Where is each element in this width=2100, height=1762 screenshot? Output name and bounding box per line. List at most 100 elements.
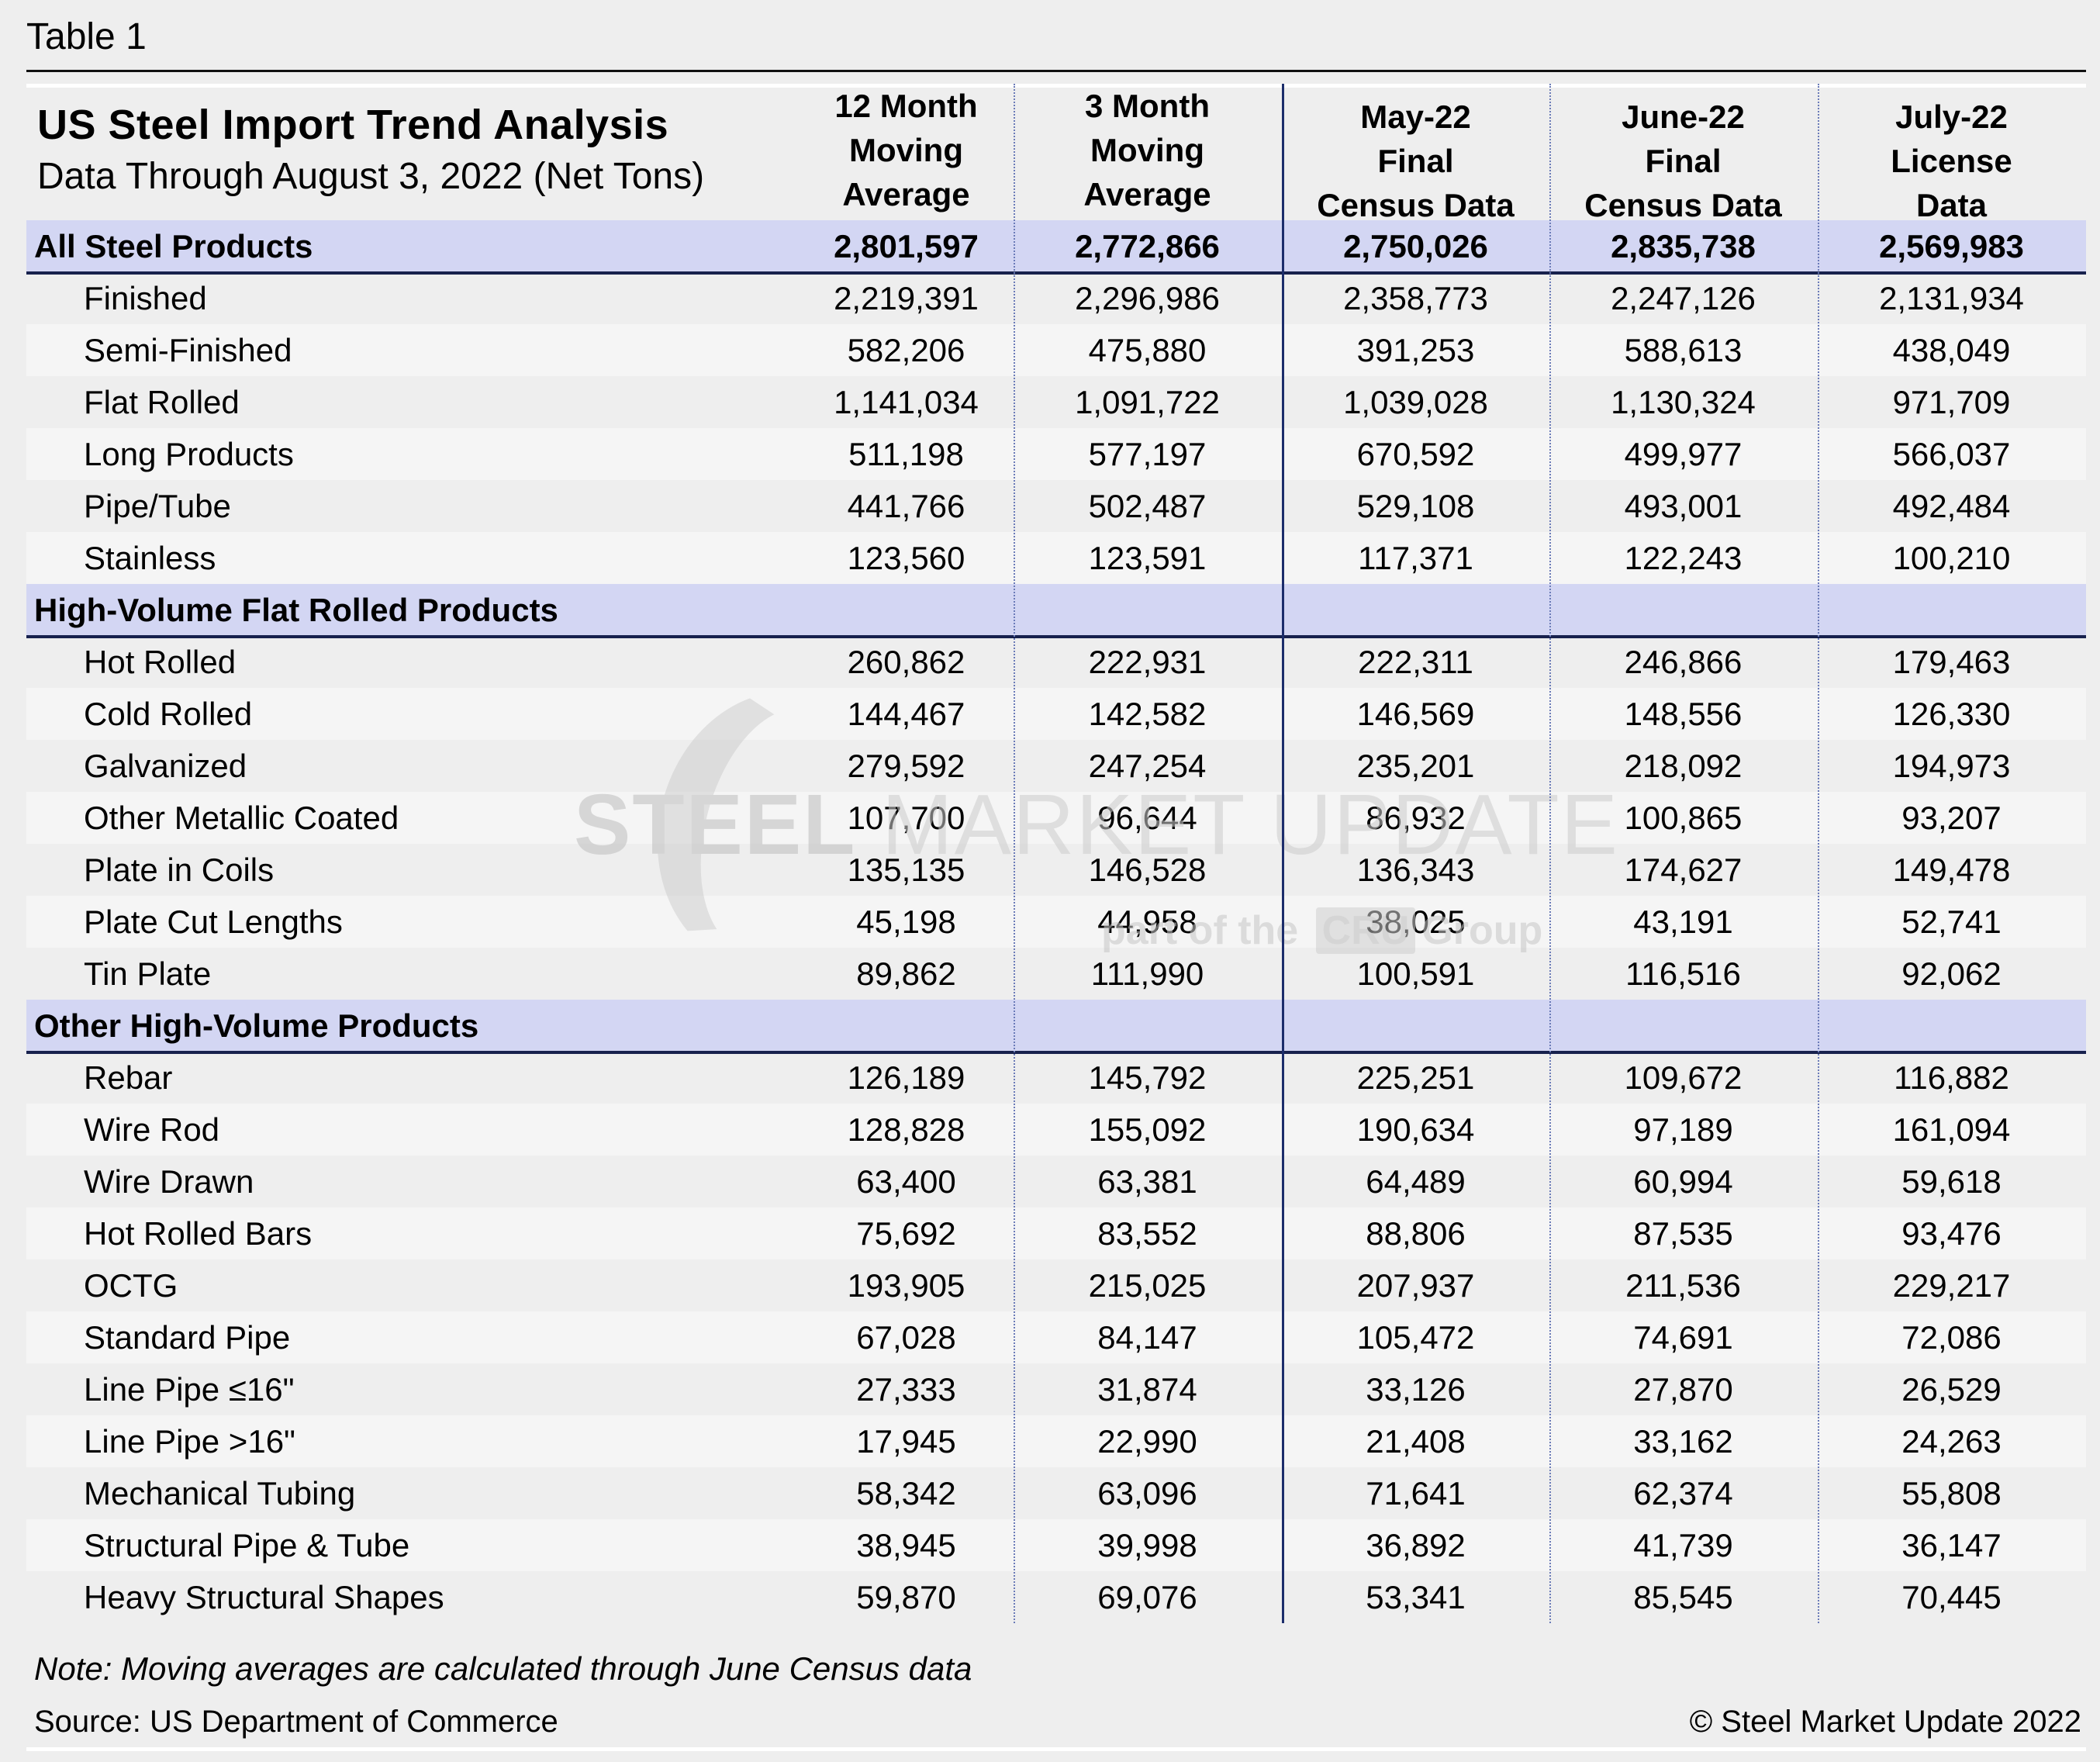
total-row: All Steel Products 2,801,597 2,772,866 2,75… bbox=[26, 220, 2086, 275]
row-label: Structural Pipe & Tube bbox=[84, 1526, 410, 1563]
cell-value: 70,445 bbox=[1901, 1578, 2002, 1615]
cell-value: 17,945 bbox=[856, 1422, 956, 1460]
section-header-flat-rolled: High-Volume Flat Rolled Products bbox=[26, 584, 2086, 638]
column-divider bbox=[1818, 84, 1819, 1623]
cell-value: 105,472 bbox=[1356, 1318, 1475, 1356]
row-label: Semi-Finished bbox=[84, 331, 292, 368]
cell-value: 36,147 bbox=[1901, 1526, 2002, 1563]
table-row: Plate in Coils 135,135 146,528 136,343 174,6… bbox=[26, 844, 2086, 896]
cell-value: 2,296,986 bbox=[1075, 279, 1220, 316]
cell-value: 1,141,034 bbox=[834, 383, 979, 420]
cell-value: 100,591 bbox=[1356, 955, 1475, 992]
title-divider bbox=[26, 70, 2086, 72]
cell-value: 582,206 bbox=[847, 331, 965, 368]
report-title: US Steel Import Trend Analysis bbox=[37, 102, 669, 148]
row-label: Line Pipe ≤16" bbox=[84, 1370, 295, 1408]
row-label: Cold Rolled bbox=[84, 695, 253, 732]
section-rule bbox=[26, 1051, 2086, 1054]
cell-value: 499,977 bbox=[1624, 435, 1743, 472]
cell-value: 2,358,773 bbox=[1343, 279, 1488, 316]
table-row: Semi-Finished 582,206 475,880 391,253 588,61… bbox=[26, 324, 2086, 376]
cell-value: 36,892 bbox=[1366, 1526, 1466, 1563]
column-divider bbox=[1282, 84, 1284, 1623]
cell-value: 116,516 bbox=[1625, 955, 1741, 992]
source-text: Source: US Department of Commerce bbox=[34, 1705, 558, 1739]
row-label: Plate in Coils bbox=[84, 851, 275, 888]
cell-value: 438,049 bbox=[1892, 331, 2011, 368]
cell-value: 92,062 bbox=[1901, 955, 2002, 992]
table-row: Heavy Structural Shapes 59,870 69,076 53,34… bbox=[26, 1571, 2086, 1623]
cell-value: 93,476 bbox=[1901, 1214, 2002, 1252]
cell-value: 222,311 bbox=[1358, 643, 1473, 680]
column-divider bbox=[1549, 84, 1551, 1623]
row-label: Mechanical Tubing bbox=[84, 1474, 356, 1512]
cell-value: 122,243 bbox=[1624, 539, 1743, 576]
column-header: July-22 License Data bbox=[1818, 95, 2085, 227]
column-header-line: Average bbox=[842, 176, 970, 212]
cell-value: 96,644 bbox=[1097, 799, 1197, 836]
cell-value: 218,092 bbox=[1624, 747, 1743, 784]
cell-value: 475,880 bbox=[1088, 331, 1207, 368]
row-label: Pipe/Tube bbox=[84, 487, 231, 524]
cell-value: 27,333 bbox=[856, 1370, 956, 1408]
cell-value: 63,381 bbox=[1097, 1163, 1197, 1200]
cell-value: 111,990 bbox=[1090, 955, 1204, 992]
cell-value: 38,025 bbox=[1366, 903, 1466, 940]
cell-value: 62,374 bbox=[1633, 1474, 1733, 1512]
row-label: Stainless bbox=[84, 539, 216, 576]
row-label: Wire Rod bbox=[84, 1111, 220, 1148]
table-row: Flat Rolled 1,141,034 1,091,722 1,039,028 1,… bbox=[26, 376, 2086, 428]
cell-value: 211,536 bbox=[1625, 1266, 1741, 1304]
cell-value: 149,478 bbox=[1892, 851, 2011, 888]
table-row: Wire Rod 128,828 155,092 190,634 97,189 161,0… bbox=[26, 1104, 2086, 1156]
cell-value: 74,691 bbox=[1633, 1318, 1733, 1356]
cell-value: 145,792 bbox=[1088, 1059, 1207, 1096]
data-table: All Steel Products 2,801,597 2,772,866 2,75… bbox=[26, 220, 2086, 1623]
cell-value: 225,251 bbox=[1356, 1059, 1475, 1096]
cell-value: 22,990 bbox=[1097, 1422, 1197, 1460]
cell-value: 492,484 bbox=[1892, 487, 2011, 524]
cell-value: 2,750,026 bbox=[1343, 227, 1488, 264]
cell-value: 64,489 bbox=[1366, 1163, 1466, 1200]
column-header-line: License bbox=[1891, 143, 2012, 179]
table-row: Rebar 126,189 145,792 225,251 109,672 116,882 bbox=[26, 1052, 2086, 1104]
row-label: All Steel Products bbox=[34, 227, 313, 264]
cell-value: 31,874 bbox=[1097, 1370, 1197, 1408]
section-rule bbox=[26, 635, 2086, 638]
table-row: Tin Plate 89,862 111,990 100,591 116,516 92,0… bbox=[26, 948, 2086, 1000]
table-label: Table 1 bbox=[26, 16, 147, 57]
cell-value: 24,263 bbox=[1901, 1422, 2002, 1460]
cell-value: 260,862 bbox=[847, 643, 965, 680]
cell-value: 116,882 bbox=[1894, 1059, 2009, 1096]
table-row: Standard Pipe 67,028 84,147 105,472 74,691 72… bbox=[26, 1311, 2086, 1363]
table-row: Plate Cut Lengths 45,198 44,958 38,025 43,19… bbox=[26, 896, 2086, 948]
row-label: Hot Rolled bbox=[84, 643, 237, 680]
row-label: Other Metallic Coated bbox=[84, 799, 399, 836]
cell-value: 207,937 bbox=[1356, 1266, 1475, 1304]
cell-value: 971,709 bbox=[1892, 383, 2011, 420]
cell-value: 71,641 bbox=[1366, 1474, 1466, 1512]
cell-value: 247,254 bbox=[1088, 747, 1207, 784]
table-row: Line Pipe >16" 17,945 22,990 21,408 33,162 24… bbox=[26, 1415, 2086, 1467]
cell-value: 52,741 bbox=[1901, 903, 2002, 940]
cell-value: 588,613 bbox=[1624, 331, 1743, 368]
table-row: Long Products 511,198 577,197 670,592 499,97… bbox=[26, 428, 2086, 480]
cell-value: 229,217 bbox=[1892, 1266, 2011, 1304]
column-header-line: May-22 bbox=[1360, 98, 1471, 135]
cell-value: 493,001 bbox=[1624, 487, 1743, 524]
cell-value: 41,739 bbox=[1633, 1526, 1733, 1563]
cell-value: 85,545 bbox=[1633, 1578, 1733, 1615]
cell-value: 126,330 bbox=[1892, 695, 2011, 732]
cell-value: 2,219,391 bbox=[834, 279, 979, 316]
cell-value: 86,932 bbox=[1366, 799, 1466, 836]
copyright-text: © Steel Market Update 2022 bbox=[1689, 1705, 2081, 1739]
cell-value: 193,905 bbox=[847, 1266, 965, 1304]
table-row: Mechanical Tubing 58,342 63,096 71,641 62,37… bbox=[26, 1467, 2086, 1519]
row-label: Other High-Volume Products bbox=[34, 1007, 479, 1044]
table-row: Cold Rolled 144,467 142,582 146,569 148,556 1… bbox=[26, 688, 2086, 740]
cell-value: 146,569 bbox=[1356, 695, 1475, 732]
table-row: Other Metallic Coated 107,700 96,644 86,932… bbox=[26, 792, 2086, 844]
column-header: June-22 Final Census Data bbox=[1549, 95, 1817, 227]
cell-value: 128,828 bbox=[847, 1111, 965, 1148]
cell-value: 2,772,866 bbox=[1075, 227, 1220, 264]
